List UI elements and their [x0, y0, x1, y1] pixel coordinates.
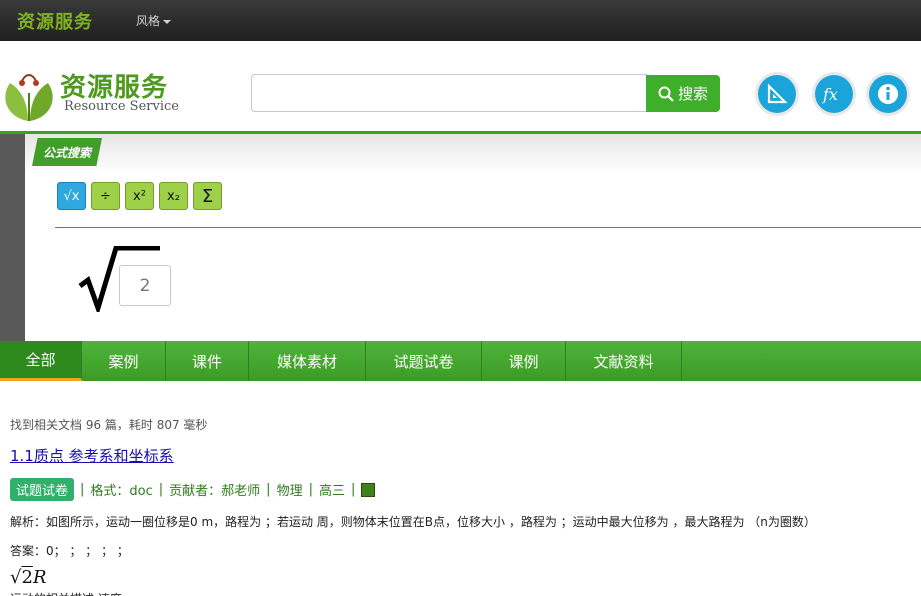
math-radicand: 2 [21, 567, 33, 588]
header: 资源服务 Resource Service 搜索 fx [0, 41, 921, 134]
result-grade[interactable]: 高三 [319, 480, 345, 499]
meta-separator: | [80, 482, 85, 497]
result-cut-text: 运动的相关描述 速度 [10, 590, 910, 596]
result-title-link[interactable]: 1.1质点 参考系和坐标系 [10, 445, 910, 466]
superscript-button[interactable]: x² [125, 182, 154, 210]
logo[interactable]: 资源服务 Resource Service [0, 67, 180, 127]
meta-separator: | [158, 482, 164, 497]
formula-tool-button[interactable]: fx [815, 75, 853, 113]
top-brand[interactable]: 资源服务 [17, 8, 93, 34]
search-button[interactable]: 搜索 [646, 75, 720, 112]
formula-input-box[interactable]: 2 [119, 265, 171, 306]
ruler-icon [767, 83, 788, 104]
formula-search-tag[interactable]: 公式搜索 [32, 138, 102, 166]
math-sqrt-glyph: √ [10, 567, 22, 588]
style-menu-label: 风格 [136, 14, 161, 28]
panel-divider [55, 227, 921, 228]
tab-courseware[interactable]: 课件 [166, 341, 249, 381]
tab-lessons[interactable]: 课例 [482, 341, 566, 381]
tab-exams[interactable]: 试题试卷 [366, 341, 482, 381]
tab-media[interactable]: 媒体素材 [249, 341, 366, 381]
svg-text:fx: fx [822, 85, 838, 104]
style-menu[interactable]: 风格 [136, 12, 172, 29]
fraction-button[interactable]: ÷ [91, 182, 120, 210]
search-button-label: 搜索 [677, 85, 708, 103]
result-format: 格式：doc [90, 484, 153, 499]
info-tool-button[interactable] [869, 75, 907, 113]
meta-separator: | [350, 482, 356, 497]
tab-cases[interactable]: 案例 [82, 341, 166, 381]
search-input[interactable] [251, 74, 647, 112]
sum-button[interactable]: Σ [193, 182, 222, 210]
result-contributor[interactable]: 贡献者：郝老师 [169, 480, 260, 499]
panel-sidebar [0, 134, 25, 341]
result-meta: 试题试卷 | 格式：doc | 贡献者：郝老师 | 物理 | 高三 | [10, 478, 910, 501]
result-answer: 答案：0； ； ； ； ； [10, 544, 129, 558]
tab-all[interactable]: 全部 [0, 341, 82, 381]
result-analysis: 解析：如图所示，运动一圈位移是0 m，路程为 ；若运动 周，则物体末位置在B点，… [10, 515, 816, 529]
fx-icon: fx [822, 85, 838, 104]
type-badge[interactable]: 试题试卷 [10, 478, 75, 501]
subscript-button[interactable]: x₂ [159, 182, 188, 210]
search-results: 找到相关文档 96 篇，耗时 807 毫秒 1.1质点 参考系和坐标系 试题试卷… [10, 416, 910, 596]
ruler-tool-button[interactable] [758, 75, 796, 113]
preview-icon[interactable] [361, 482, 376, 497]
formula-panel: 公式搜索 √x ÷ x² x₂ Σ 2 [0, 134, 921, 341]
info-icon [878, 84, 898, 104]
logo-subtitle: Resource Service [64, 99, 179, 114]
tab-literature[interactable]: 文献资料 [566, 341, 682, 381]
caret-down-icon [163, 19, 172, 24]
category-tabs: 全部 案例 课件 媒体素材 试题试卷 课例 文献资料 [0, 341, 921, 381]
result-math: √2R [10, 567, 910, 588]
result-subject[interactable]: 物理 [277, 480, 303, 499]
search-icon [658, 86, 674, 102]
leaf-logo-icon [5, 74, 53, 121]
sqrt-button[interactable]: √x [57, 182, 86, 210]
meta-separator: | [308, 482, 313, 497]
math-variable: R [32, 567, 47, 588]
results-summary: 找到相关文档 96 篇，耗时 807 毫秒 [10, 418, 208, 432]
meta-separator: | [266, 482, 271, 497]
panel-header [25, 134, 921, 174]
top-bar: 资源服务 风格 [0, 0, 921, 41]
